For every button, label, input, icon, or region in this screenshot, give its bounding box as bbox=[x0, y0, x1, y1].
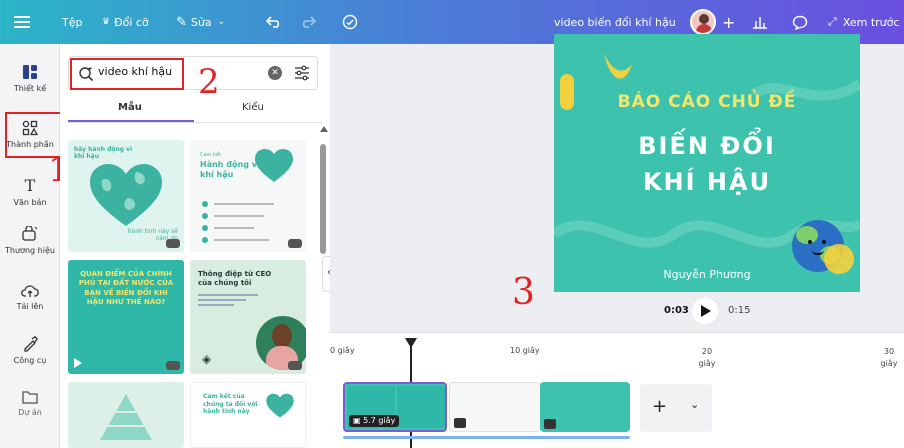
draw-icon bbox=[24, 336, 38, 352]
chevron-down-icon: ⌄ bbox=[217, 17, 226, 27]
play-icon bbox=[701, 305, 711, 317]
rail-label-design: Thiết kế bbox=[13, 84, 47, 93]
rail-item-tools[interactable]: Công cụ bbox=[0, 336, 60, 365]
template-card[interactable]: QUAN ĐIỂM CỦA CHÍNH PHỦ TẠI ĐẤT NƯỚC CỦA… bbox=[68, 260, 184, 374]
heart-globe-icon bbox=[90, 164, 162, 226]
cloud-upload-icon bbox=[21, 285, 39, 297]
chevron-down-icon: ⌄ bbox=[690, 398, 700, 411]
folder-icon bbox=[22, 391, 38, 404]
template-card[interactable]: Cam kết Hành động vì khí hậu bbox=[190, 140, 306, 252]
template-card[interactable]: Thông điệp từ CEO của chúng tôi ◈ bbox=[190, 260, 306, 374]
crown-icon: ♛ bbox=[102, 17, 111, 27]
heart-globe-icon bbox=[255, 149, 293, 182]
ruler-tick: 0 giây bbox=[330, 346, 355, 355]
checklist bbox=[202, 198, 292, 246]
slide-heading-3: KHÍ HẬU bbox=[642, 168, 772, 196]
rail-label-text: Văn bản bbox=[13, 198, 47, 207]
video-badge-icon bbox=[454, 418, 466, 428]
slide-canvas[interactable]: BÁO CÁO CHỦ ĐỀ BIẾN ĐỔI KHÍ HẬU Nguyễn P… bbox=[554, 34, 860, 292]
template-title: Hành động vì khí hậu bbox=[200, 160, 260, 179]
tab-templates[interactable]: Mẫu bbox=[118, 102, 142, 113]
slide-author: Nguyễn Phương bbox=[663, 268, 751, 281]
pencil-icon: ✎ bbox=[176, 14, 187, 30]
annotation-number-3: 3 bbox=[512, 272, 535, 313]
rail-label-uploads: Tải lên bbox=[16, 302, 44, 311]
expand-icon: ⤢ bbox=[828, 15, 837, 28]
resize-label: Đổi cỡ bbox=[114, 15, 149, 29]
brand-icon bbox=[22, 226, 38, 241]
timeline-track-bar bbox=[343, 436, 630, 439]
text-lines bbox=[198, 294, 258, 306]
preview-label: Xem trước bbox=[842, 15, 900, 29]
play-button[interactable] bbox=[692, 298, 718, 324]
file-menu[interactable]: Tệp bbox=[62, 0, 82, 44]
template-card[interactable]: Cam kết của chúng ta đối với hành tinh n… bbox=[190, 382, 306, 448]
timeline-clip[interactable] bbox=[449, 382, 541, 432]
rail-item-brand[interactable]: Thương hiệu bbox=[0, 226, 60, 255]
slide-heading-1: BÁO CÁO CHỦ ĐỀ bbox=[617, 92, 797, 112]
ruler-dots bbox=[356, 350, 896, 352]
pyramid-icon bbox=[100, 394, 152, 440]
rail-item-design[interactable]: Thiết kế bbox=[0, 64, 60, 93]
rail-item-uploads[interactable]: Tải lên bbox=[0, 284, 60, 311]
plus-icon: + bbox=[652, 396, 668, 417]
design-icon bbox=[23, 65, 37, 79]
file-label: Tệp bbox=[62, 15, 83, 29]
template-title: hãy hành động vì khí hậu bbox=[74, 146, 133, 161]
video-badge-icon bbox=[544, 419, 556, 429]
tab-active-indicator bbox=[68, 120, 194, 122]
search-input[interactable]: video khí hậu bbox=[98, 65, 172, 78]
undo-icon[interactable] bbox=[266, 0, 282, 44]
video-badge-icon bbox=[288, 239, 302, 248]
magic-search-icon bbox=[79, 67, 94, 82]
slide-heading-2: BIẾN ĐỔI bbox=[638, 132, 776, 160]
tab-divider bbox=[68, 122, 322, 123]
edit-menu[interactable]: ✎ Sửa ⌄ bbox=[176, 0, 225, 44]
menu-icon[interactable] bbox=[14, 0, 30, 44]
current-time: 0:03 bbox=[664, 305, 689, 316]
clip-duration: ▣ 5.7 giây bbox=[349, 415, 400, 427]
timeline-clip-selected[interactable]: ▣ 5.7 giây bbox=[343, 382, 447, 432]
rail-item-projects[interactable]: Dự án bbox=[0, 390, 60, 417]
template-title: Thông điệp từ CEO của chúng tôi bbox=[198, 270, 272, 287]
add-page-button[interactable]: + ⌄ bbox=[640, 384, 712, 432]
logo-icon: ◈ bbox=[202, 352, 212, 366]
video-badge-icon bbox=[166, 361, 180, 370]
filter-icon[interactable] bbox=[294, 65, 310, 81]
edit-label: Sửa bbox=[190, 15, 212, 29]
total-time: 0:15 bbox=[728, 305, 751, 316]
video-badge-icon bbox=[166, 239, 180, 248]
heart-globe-icon bbox=[266, 393, 294, 418]
template-title: Cam kết của chúng ta đối với hành tinh n… bbox=[203, 393, 258, 415]
rail-label-tools: Công cụ bbox=[13, 356, 47, 365]
template-card[interactable] bbox=[68, 382, 184, 448]
video-badge-icon bbox=[288, 361, 302, 370]
rail-label-projects: Dự án bbox=[18, 408, 42, 417]
annotation-number-2: 2 bbox=[198, 62, 220, 102]
cloud-save-icon[interactable] bbox=[342, 0, 358, 44]
app-root: Tệp ♛ Đổi cỡ ✎ Sửa ⌄ video biến đổi khí … bbox=[0, 0, 904, 448]
video-icon: ▣ bbox=[353, 416, 361, 425]
template-title: QUAN ĐIỂM CỦA CHÍNH PHỦ TẠI ĐẤT NƯỚC CỦA… bbox=[78, 270, 174, 307]
resize-menu[interactable]: ♛ Đổi cỡ bbox=[102, 0, 149, 44]
tab-styles[interactable]: Kiểu bbox=[242, 102, 264, 113]
template-subtitle: Cam kết bbox=[200, 152, 221, 158]
play-icon bbox=[74, 358, 82, 368]
redo-icon[interactable] bbox=[300, 0, 316, 44]
timeline-clip[interactable] bbox=[540, 382, 630, 432]
clear-search-icon[interactable]: ✕ bbox=[268, 66, 282, 80]
rail-label-brand: Thương hiệu bbox=[5, 246, 55, 255]
clip-thumb bbox=[397, 386, 445, 428]
template-card[interactable]: hãy hành động vì khí hậu hành tinh này s… bbox=[68, 140, 184, 252]
